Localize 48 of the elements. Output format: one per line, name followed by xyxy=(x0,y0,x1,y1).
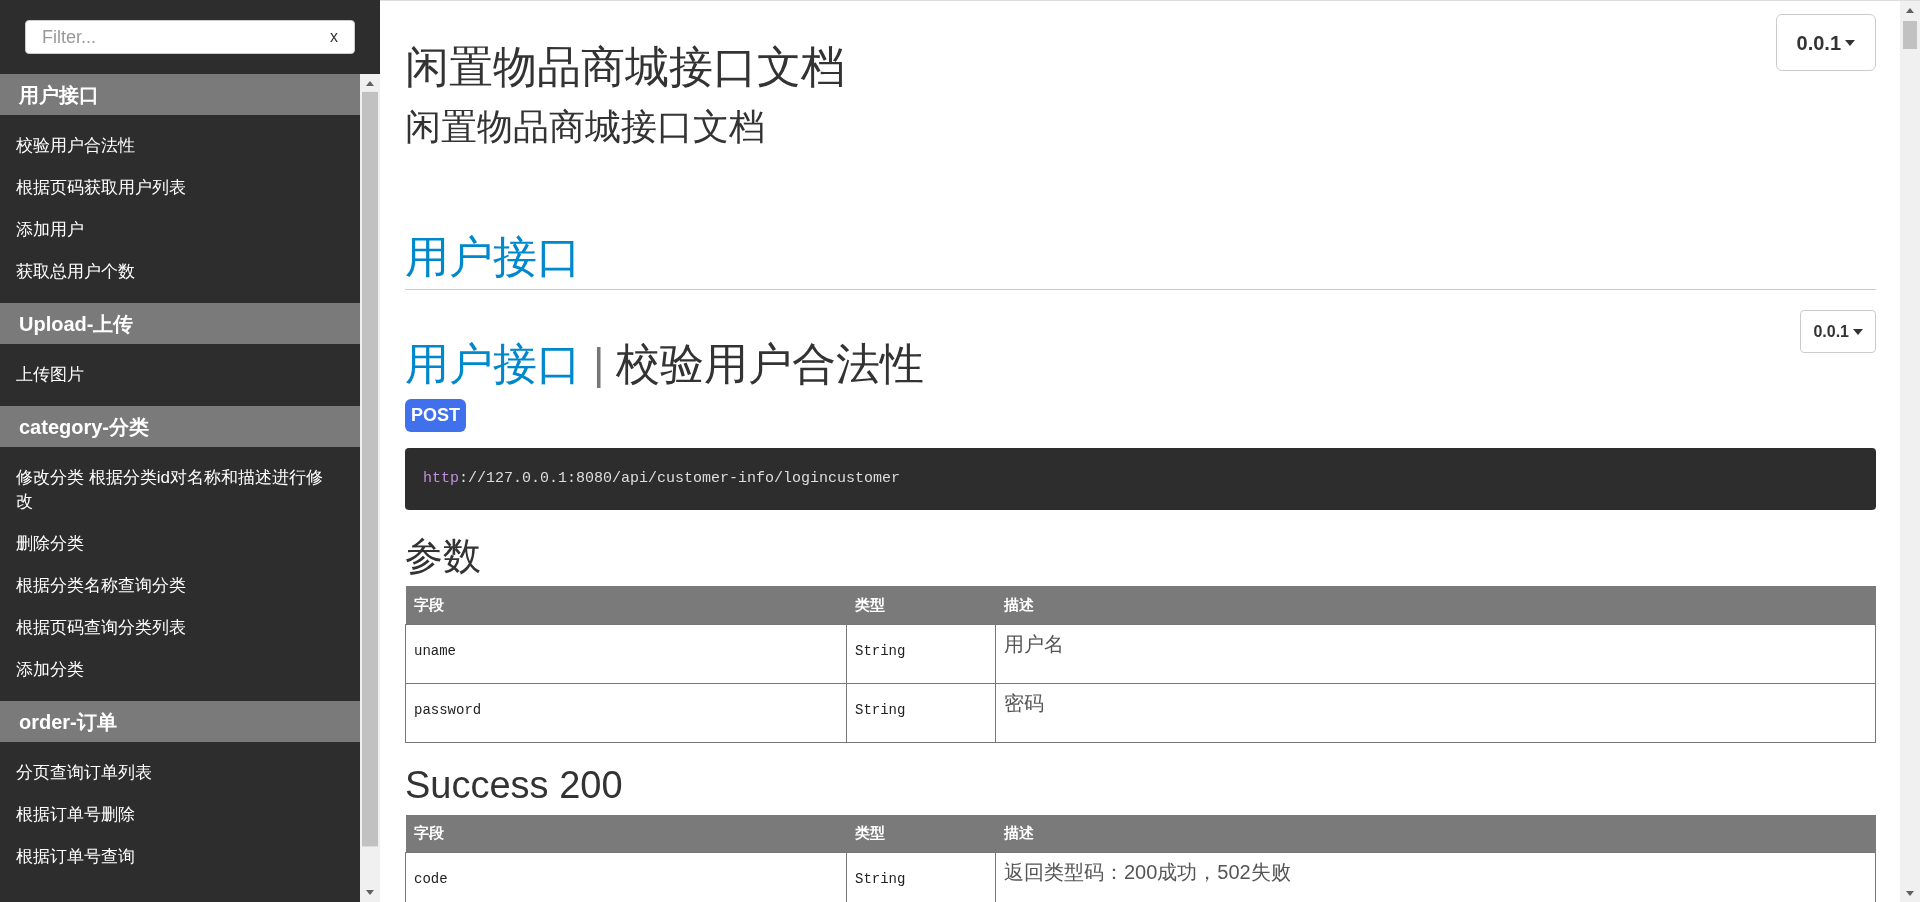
method-badge: POST xyxy=(405,399,466,432)
nav-group-header: 用户接口 xyxy=(0,74,360,115)
nav-group-header: category-分类 xyxy=(0,406,360,447)
clear-button[interactable]: x xyxy=(330,25,338,49)
version-dropdown[interactable]: 0.0.1 xyxy=(1775,14,1876,71)
nav-item[interactable]: 根据分类名称查询分类 xyxy=(0,565,352,607)
table-cell: password xyxy=(405,683,847,742)
column-header: 类型 xyxy=(846,814,996,853)
nav-group-header: Upload-上传 xyxy=(0,303,360,344)
column-header: 字段 xyxy=(405,814,847,853)
endpoint-title: 校验用户合法性 xyxy=(616,338,925,390)
success-heading: Success 200 xyxy=(405,762,624,807)
table-cell: 返回类型码：200成功，502失败 xyxy=(995,852,1876,902)
caret-icon xyxy=(1853,328,1863,335)
nav-item[interactable]: 删除分类 xyxy=(0,523,352,565)
params-heading: 参数 xyxy=(405,534,482,578)
nav-item[interactable]: 添加分类 xyxy=(0,649,352,691)
filter-field[interactable]: Filter... x xyxy=(25,20,355,54)
table-cell: code xyxy=(405,852,847,902)
table-cell: String xyxy=(846,852,996,902)
nav-item[interactable]: 根据订单号查询 xyxy=(0,836,352,878)
nav-item[interactable]: 获取总用户个数 xyxy=(0,251,352,293)
column-header: 描述 xyxy=(995,814,1876,853)
column-header: 字段 xyxy=(405,586,847,624)
nav-item[interactable]: 修改分类 根据分类id对名称和描述进行修改 xyxy=(0,457,352,523)
endpoint-group: 用户接口 xyxy=(405,338,581,390)
url-code-block: http://127.0.0.1:8080/api/customer-info/logincustomer xyxy=(405,448,1876,510)
page-title: 闲置物品商城接口文档 xyxy=(405,41,845,93)
version-dropdown[interactable]: 0.0.1 xyxy=(1800,310,1876,353)
nav-item[interactable]: 校验用户合法性 xyxy=(0,125,352,167)
nav-group-header: order-订单 xyxy=(0,701,360,742)
caret-icon xyxy=(1845,39,1855,46)
nav-item[interactable]: 根据订单号删除 xyxy=(0,794,352,836)
table-cell: 用户名 xyxy=(995,624,1876,683)
section-title: 用户接口 xyxy=(405,231,1876,290)
page-subtitle: 闲置物品商城接口文档 xyxy=(405,105,766,149)
nav-item[interactable]: 根据页码获取用户列表 xyxy=(0,167,352,209)
nav-item[interactable]: 添加用户 xyxy=(0,209,352,251)
table-cell: String xyxy=(846,624,996,683)
column-header: 描述 xyxy=(995,586,1876,624)
nav-item[interactable]: 分页查询订单列表 xyxy=(0,752,352,794)
nav-item[interactable]: 根据页码查询分类列表 xyxy=(0,607,352,649)
title-separator: | xyxy=(593,338,605,390)
column-header: 类型 xyxy=(846,586,996,624)
table-cell: uname xyxy=(405,624,847,683)
table-cell: String xyxy=(846,683,996,742)
nav-item[interactable]: 上传图片 xyxy=(0,354,352,396)
table-cell: 密码 xyxy=(995,683,1876,742)
